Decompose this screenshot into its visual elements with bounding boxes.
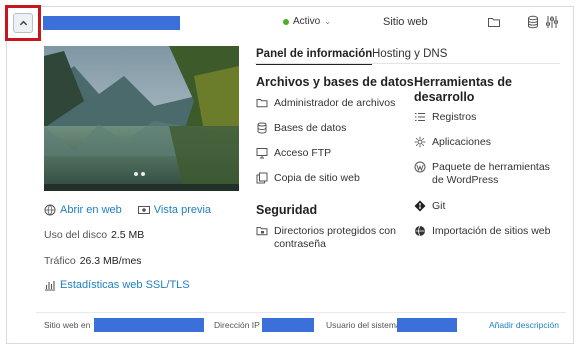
database-icon [256, 122, 268, 134]
applications-item[interactable]: Aplicaciones [414, 136, 491, 149]
disk-usage-label: Uso del disco [44, 229, 108, 241]
ip-address-redacted [262, 318, 314, 332]
footer-divider [36, 312, 566, 313]
security-section-title: Seguridad [256, 203, 318, 217]
site-type-label: Sitio web [383, 16, 428, 28]
logs-item[interactable]: Registros [414, 111, 476, 124]
collapse-button[interactable] [13, 13, 33, 33]
copy-icon [256, 172, 268, 184]
ssl-stats-link[interactable]: Estadísticas web SSL/TLS [60, 279, 190, 291]
footer-site-label: Sitio web en [44, 320, 91, 330]
chevron-down-icon: ⌄ [324, 17, 331, 26]
add-description-link[interactable]: Añadir descripción [489, 320, 559, 330]
disk-usage: Uso del disco 2.5 MB [44, 229, 144, 241]
databases-item[interactable]: Bases de datos [256, 122, 346, 135]
bar-chart-icon [44, 279, 56, 291]
protected-directories-item[interactable]: Directorios protegidos con contraseña [256, 225, 406, 251]
gear-icon [414, 136, 426, 148]
preview-links: Abrir en web Vista previa [44, 204, 211, 216]
status-dot-icon [283, 18, 289, 25]
open-in-web-link[interactable]: Abrir en web [60, 204, 122, 216]
protected-directories-label: Directorios protegidos con contraseña [274, 225, 396, 250]
status-dropdown[interactable]: Activo ⌄ [283, 16, 331, 27]
globe-icon [44, 204, 56, 216]
file-manager-item[interactable]: Administrador de archivos [256, 97, 395, 110]
footer-ip-label: Dirección IP [214, 320, 260, 330]
wordpress-toolkit-label: Paquete de herramientas de WordPress [432, 161, 550, 186]
settings-sliders-icon[interactable] [545, 15, 559, 29]
git-label: Git [432, 200, 446, 212]
domain-name-redacted[interactable] [43, 16, 180, 30]
locked-folder-icon [256, 225, 268, 237]
logs-label: Registros [432, 111, 477, 123]
tabs-divider [255, 63, 560, 64]
system-user-redacted [397, 318, 457, 332]
traffic-label: Tráfico [44, 255, 76, 267]
file-manager-label: Administrador de archivos [274, 97, 396, 109]
git-icon [414, 200, 426, 212]
preview-link[interactable]: Vista previa [154, 204, 211, 216]
git-item[interactable]: Git [414, 200, 445, 213]
website-copy-label: Copia de sitio web [274, 172, 360, 184]
website-preview-thumbnail[interactable] [44, 46, 239, 191]
ftp-access-label: Acceso FTP [274, 147, 332, 159]
disk-usage-value: 2.5 MB [111, 229, 145, 241]
tab-dashboard[interactable]: Panel de información [256, 48, 373, 65]
traffic: Tráfico 26.3 MB/mes [44, 255, 142, 267]
list-icon [414, 111, 426, 123]
dev-tools-section-title: Herramientas de desarrollo [414, 75, 512, 104]
site-path-redacted [94, 318, 204, 332]
applications-label: Aplicaciones [432, 136, 491, 148]
wordpress-toolkit-item[interactable]: Paquete de herramientas de WordPress [414, 161, 564, 187]
ssl-stats[interactable]: Estadísticas web SSL/TLS [44, 279, 190, 291]
status-label: Activo [293, 16, 321, 27]
database-icon[interactable] [526, 15, 540, 29]
databases-label: Bases de datos [274, 122, 347, 134]
files-section-title: Archivos y bases de datos [256, 75, 414, 89]
tab-hosting-dns[interactable]: Hosting y DNS [372, 48, 447, 60]
import-globe-icon [414, 225, 426, 237]
footer-user-label: Usuario del sistema [326, 320, 401, 330]
website-import-label: Importación de sitios web [432, 225, 551, 237]
ftp-monitor-icon [256, 147, 268, 159]
preview-eye-icon [137, 204, 150, 216]
wordpress-icon [414, 161, 426, 173]
chevron-up-icon [19, 20, 27, 25]
ftp-access-item[interactable]: Acceso FTP [256, 147, 331, 160]
website-import-item[interactable]: Importación de sitios web [414, 225, 550, 238]
folder-icon[interactable] [487, 15, 501, 29]
mountain-lake-image [44, 46, 239, 191]
folder-icon [256, 97, 268, 109]
website-copy-item[interactable]: Copia de sitio web [256, 172, 360, 185]
traffic-value: 26.3 MB/mes [79, 255, 142, 267]
